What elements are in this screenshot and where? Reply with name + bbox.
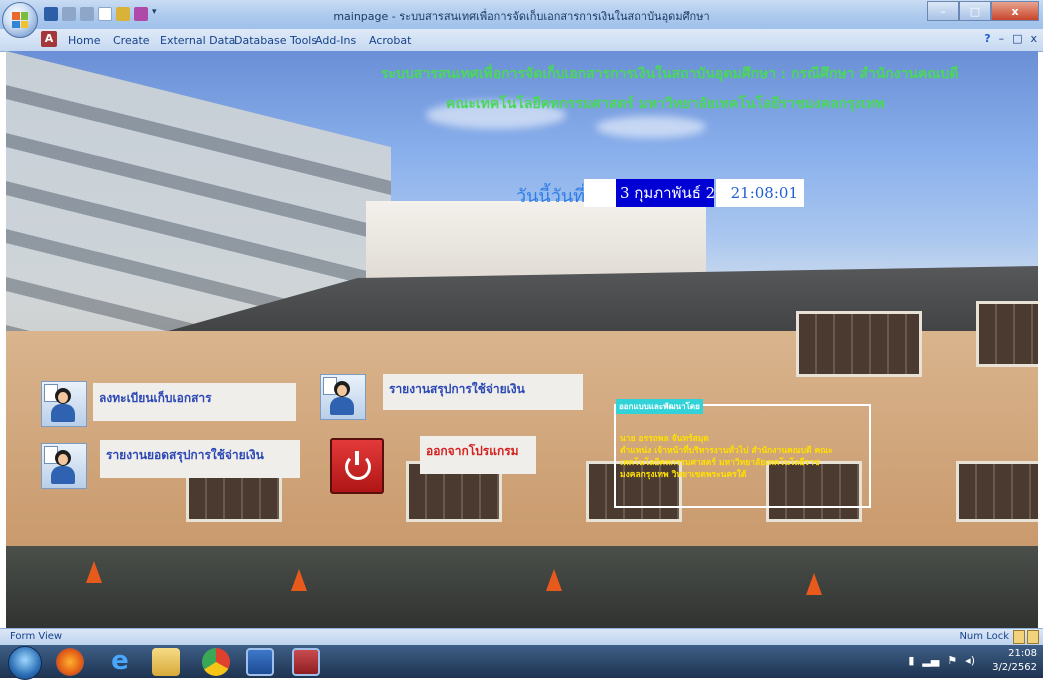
exit-program-button[interactable] <box>330 438 384 494</box>
background-window <box>796 311 922 377</box>
exit-program-label[interactable]: ออกจากโปรแกรม <box>420 436 536 474</box>
close-button[interactable]: x <box>991 1 1039 21</box>
mdi-restore-button[interactable]: □ <box>1012 32 1022 45</box>
power-icon-bar <box>355 451 359 465</box>
background-window <box>956 461 1038 522</box>
window-controls: – □ x <box>927 1 1039 21</box>
user-body <box>51 466 75 484</box>
mdi-minimize-button[interactable]: – <box>999 32 1005 45</box>
register-document-button[interactable] <box>41 381 87 427</box>
credit-line: นาย อรรถพล จันทร์สมุด <box>620 434 709 444</box>
form-heading-line1: ระบบสารสนเทศเพื่อการจัดเก็บเอกสารการเงิน… <box>381 66 959 82</box>
summary-report-label[interactable]: รายงานสรุปการใช้จ่ายเงิน <box>383 374 583 410</box>
status-bar: Form View Num Lock <box>0 628 1043 646</box>
background-cloud <box>596 116 706 138</box>
clock-date: 3/2/2562 <box>992 662 1037 673</box>
firefox-icon[interactable] <box>56 648 84 676</box>
office-logo-icon <box>12 12 28 28</box>
traffic-cone <box>546 569 562 591</box>
mdi-controls: ? – □ x <box>984 32 1037 45</box>
clock[interactable]: 21:08 3/2/2562 <box>992 647 1037 677</box>
balance-report-label[interactable]: รายงานยอดสรุปการใช้จ่ายเงิน <box>100 440 300 478</box>
time-field[interactable]: 21:08:01 <box>716 179 804 207</box>
num-lock-status: Num Lock <box>959 631 1009 642</box>
network-icon[interactable]: ▮ <box>908 654 914 667</box>
windows-taskbar: e ▮ ▂▄ ⚑ ◂) 21:08 3/2/2562 <box>0 645 1043 680</box>
user-face <box>58 392 68 403</box>
access-icon[interactable] <box>292 648 320 676</box>
credit-line: มงคลกรุงเทพ วิทยาเขตพระนครใต้ <box>620 470 747 480</box>
minimize-button[interactable]: – <box>927 1 959 21</box>
mdi-close-button[interactable]: x <box>1030 32 1037 45</box>
view-mode-status: Form View <box>10 631 63 642</box>
credit-text: นาย อรรถพล จันทร์สมุด ตำแหน่ง เจ้าหน้าที… <box>620 433 865 481</box>
tab-home[interactable]: Home <box>68 34 100 47</box>
date-label: วันนี้วันที่ <box>516 186 585 207</box>
tab-external-data[interactable]: External Data <box>160 34 235 47</box>
credit-line: ตำแหน่ง เจ้าหน้าที่บริหารงานทั่วไป สำนัก… <box>620 446 833 456</box>
design-view-icon[interactable] <box>1027 630 1039 644</box>
credit-line: เทคโนโลยีคหกรรมศาสตร์ มหาวิทยาลัยเทคโนโล… <box>620 458 820 468</box>
user-body <box>51 404 75 422</box>
form-view-icon[interactable] <box>1013 630 1025 644</box>
ribbon-tabs: Home Create External Data Database Tools… <box>0 29 1043 52</box>
chrome-icon[interactable] <box>202 648 230 676</box>
flag-icon[interactable]: ⚑ <box>947 654 957 667</box>
credit-title: ออกแบบและพัฒนาโดย <box>616 399 703 414</box>
traffic-cone <box>806 573 822 595</box>
main-form: ระบบสารสนเทศเพื่อการจัดเก็บเอกสารการเงิน… <box>6 51 1038 628</box>
user-body <box>330 397 354 415</box>
tab-add-ins[interactable]: Add-Ins <box>315 34 356 47</box>
form-heading-line2: คณะเทคโนโลยีคหกรรมศาสตร์ มหาวิทยาลัยเทคโ… <box>446 96 885 112</box>
user-face <box>337 385 347 396</box>
background-window <box>976 301 1038 367</box>
access-app-icon[interactable]: A <box>41 31 57 47</box>
office-button[interactable] <box>2 2 38 38</box>
tab-create[interactable]: Create <box>113 34 150 47</box>
help-icon[interactable]: ? <box>984 32 990 45</box>
user-face <box>58 454 68 465</box>
ie-icon[interactable]: e <box>106 648 134 676</box>
window-title: mainpage - ระบบสารสนเทศเพื่อการจัดเก็บเอ… <box>333 10 710 23</box>
volume-icon[interactable]: ◂) <box>965 654 975 667</box>
window-title-bar: ▾ mainpage - ระบบสารสนเทศเพื่อการจัดเก็บ… <box>0 0 1043 30</box>
register-document-label[interactable]: ลงทะเบียนเก็บเอกสาร <box>93 383 296 421</box>
system-tray: ▮ ▂▄ ⚑ ◂) <box>908 654 975 667</box>
clock-time: 21:08 <box>1008 648 1037 659</box>
traffic-cone <box>291 569 307 591</box>
background-ground <box>6 546 1038 628</box>
summary-report-button[interactable] <box>320 374 366 420</box>
tab-acrobat[interactable]: Acrobat <box>369 34 411 47</box>
balance-report-button[interactable] <box>41 443 87 489</box>
traffic-cone <box>86 561 102 583</box>
tab-database-tools[interactable]: Database Tools <box>234 34 317 47</box>
signal-icon[interactable]: ▂▄ <box>922 654 939 667</box>
date-field[interactable]: 3 กุมภาพันธ์ 2 <box>616 179 714 207</box>
view-switcher <box>1013 630 1039 644</box>
start-button[interactable] <box>8 646 42 680</box>
explorer-icon[interactable] <box>152 648 180 676</box>
word-icon[interactable] <box>246 648 274 676</box>
maximize-button[interactable]: □ <box>959 1 991 21</box>
